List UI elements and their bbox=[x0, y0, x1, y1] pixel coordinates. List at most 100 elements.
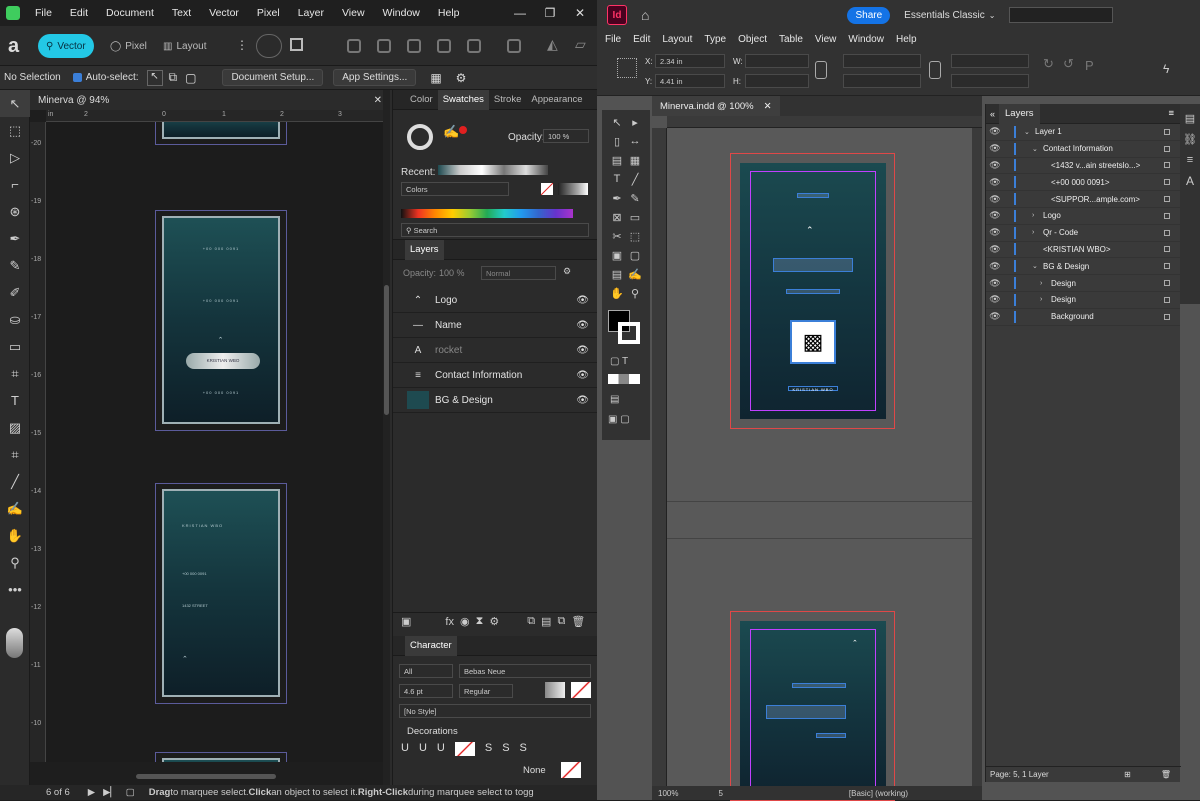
vector-brush-icon[interactable]: ✐ bbox=[0, 279, 30, 306]
constrain-link-icon[interactable] bbox=[815, 61, 827, 79]
qr-code-frame[interactable]: ▩ bbox=[790, 320, 836, 364]
menu-view[interactable]: View bbox=[809, 34, 843, 45]
chevron-right-icon[interactable]: › bbox=[1032, 212, 1041, 219]
persona-layout[interactable]: ▥ Layout bbox=[155, 34, 214, 58]
menu-layer[interactable]: Layer bbox=[289, 0, 333, 26]
workspace-select[interactable]: Essentials Classic bbox=[904, 10, 985, 21]
panel-collapse-icon[interactable]: « bbox=[990, 109, 995, 119]
select-square[interactable] bbox=[1164, 145, 1170, 152]
select-square[interactable] bbox=[1164, 313, 1170, 320]
trash-icon[interactable]: 🗑 bbox=[571, 615, 585, 628]
fx-icon[interactable]: fx bbox=[445, 616, 454, 628]
fill-tool-icon[interactable]: ⛀ bbox=[0, 306, 30, 333]
note-tool-icon[interactable]: ▤ bbox=[608, 268, 626, 287]
layer-settings-icon[interactable]: ⚙ bbox=[563, 266, 571, 277]
visibility-eye-icon[interactable]: 👁 bbox=[576, 295, 589, 306]
scroll-thumb[interactable] bbox=[384, 285, 389, 415]
frame-name[interactable]: KRISTIAN WBO bbox=[788, 386, 838, 392]
vector-crop-icon[interactable]: ⌗ bbox=[0, 441, 30, 468]
logo-frame-icon[interactable]: ⌃ bbox=[852, 639, 858, 647]
app-settings-button[interactable]: App Settings... bbox=[333, 69, 417, 86]
menu-pixel[interactable]: Pixel bbox=[248, 0, 289, 26]
chevron-down-icon[interactable]: ⌄ bbox=[1032, 262, 1041, 270]
scale-x-field[interactable] bbox=[843, 54, 921, 68]
visibility-eye-icon[interactable]: 👁 bbox=[986, 294, 1004, 305]
gap-tool-icon[interactable]: ↔ bbox=[626, 135, 644, 154]
select-square[interactable] bbox=[1164, 179, 1170, 186]
affinity-doc-tab[interactable]: Minerva @ 94% ✕ bbox=[30, 90, 390, 110]
boolean-xor-icon[interactable] bbox=[437, 39, 451, 53]
new-layer-icon[interactable]: ⊞ bbox=[1124, 770, 1131, 779]
indesign-pasteboard[interactable]: ⌃ ▩ KRISTIAN WBO ⌃ bbox=[667, 128, 972, 801]
chevron-right-icon[interactable]: › bbox=[1032, 229, 1041, 236]
menu-window[interactable]: Window bbox=[842, 34, 890, 45]
boolean-subtract-icon[interactable] bbox=[377, 39, 391, 53]
page-nav-icon[interactable]: ▶▏ bbox=[103, 787, 118, 798]
layer-row[interactable]: 👁 › Design bbox=[986, 275, 1180, 292]
hand-tool-icon[interactable]: ✋ bbox=[0, 522, 30, 549]
persona-pixel[interactable]: ◯ Pixel bbox=[102, 34, 155, 58]
search-input[interactable] bbox=[1009, 7, 1114, 23]
char-scope-select[interactable]: All bbox=[399, 664, 453, 678]
selection-tool-icon[interactable]: ↖ bbox=[608, 116, 626, 135]
select-square[interactable] bbox=[1164, 162, 1170, 169]
menu-edit[interactable]: Edit bbox=[627, 34, 656, 45]
snapping-icon[interactable]: ▦ bbox=[430, 71, 441, 85]
tab-stroke[interactable]: Stroke bbox=[489, 90, 526, 110]
palette-select[interactable]: Colors bbox=[401, 182, 509, 196]
delete-layer-icon[interactable]: 🗑 bbox=[1161, 770, 1171, 779]
apply-color-icon[interactable] bbox=[608, 374, 640, 384]
select-square[interactable] bbox=[1164, 263, 1170, 270]
frame-phone[interactable] bbox=[792, 683, 846, 688]
font-weight-select[interactable]: Regular bbox=[459, 684, 513, 698]
page-thumb-icon[interactable]: ▢ bbox=[126, 787, 135, 798]
layer-row[interactable]: 👁 <KRISTIAN WBO> bbox=[986, 242, 1180, 259]
layer-row[interactable]: ≡ Contact Information 👁 bbox=[393, 363, 597, 388]
lightning-icon[interactable]: ϟ bbox=[1163, 62, 1169, 76]
artboard-card-front[interactable]: KRISTIAN WBO +00 000 0091 1432 STREET ⌃ bbox=[155, 483, 287, 704]
text-frame-button[interactable] bbox=[256, 34, 282, 58]
text-stroke-swatch[interactable] bbox=[571, 682, 591, 698]
layer-row[interactable]: 👁 <+00 000 0091> bbox=[986, 174, 1180, 192]
visibility-eye-icon[interactable]: 👁 bbox=[986, 194, 1004, 205]
visibility-eye-icon[interactable]: 👁 bbox=[986, 143, 1004, 154]
select-square[interactable] bbox=[1164, 196, 1170, 203]
page-nav-icon[interactable]: ▶ bbox=[88, 787, 95, 798]
layer-row[interactable]: 👁 <1432 v...ain streetslo...> bbox=[986, 158, 1180, 175]
reference-point-icon[interactable] bbox=[617, 58, 637, 78]
text-fill-swatch[interactable] bbox=[545, 682, 565, 698]
layer-row[interactable]: 👁 ⌄ Contact Information bbox=[986, 141, 1180, 158]
boolean-add-icon[interactable] bbox=[347, 39, 361, 53]
double-underline-icon[interactable]: U bbox=[419, 742, 427, 756]
visibility-eye-icon[interactable]: 👁 bbox=[576, 320, 589, 331]
artboard-top[interactable] bbox=[155, 122, 287, 145]
persona-vector[interactable]: ⚲ Vector bbox=[38, 34, 94, 58]
decoration-none-swatch[interactable] bbox=[561, 762, 581, 778]
menu-text[interactable]: Text bbox=[163, 0, 200, 26]
x-field[interactable]: 2.34 in bbox=[655, 54, 725, 68]
zoom-level[interactable]: 100% bbox=[658, 789, 678, 798]
transform-icon[interactable]: ▱ bbox=[575, 36, 586, 53]
tab-color[interactable]: Color bbox=[405, 90, 438, 110]
rotate-ccw-icon[interactable]: ↺ bbox=[1063, 56, 1074, 72]
character-panel-icon[interactable]: A bbox=[1180, 174, 1200, 188]
visibility-eye-icon[interactable]: 👁 bbox=[986, 244, 1004, 255]
select-square[interactable] bbox=[1164, 280, 1170, 287]
visibility-eye-icon[interactable]: 👁 bbox=[986, 261, 1004, 272]
text-style-select[interactable]: [No Style] bbox=[399, 704, 591, 718]
chevron-right-icon[interactable]: › bbox=[1040, 280, 1049, 287]
select-square[interactable] bbox=[1164, 229, 1170, 236]
tab-layers[interactable]: Layers bbox=[405, 239, 444, 260]
w-field[interactable] bbox=[745, 54, 809, 68]
visibility-eye-icon[interactable]: 👁 bbox=[986, 311, 1004, 322]
pencil-tool-icon[interactable]: ✎ bbox=[0, 252, 30, 279]
chevron-down-icon[interactable]: ⌄ bbox=[1024, 128, 1033, 136]
screen-mode-icon[interactable]: ▤ bbox=[610, 394, 619, 405]
close-tab-icon[interactable]: ✕ bbox=[374, 95, 382, 106]
add-layer-icon[interactable]: ▣ bbox=[401, 615, 411, 628]
scale-link-icon[interactable] bbox=[929, 61, 941, 79]
group-icon[interactable]: ⧉ bbox=[527, 615, 535, 628]
menu-edit[interactable]: Edit bbox=[61, 0, 97, 26]
pen-tool-icon[interactable]: ✒ bbox=[608, 192, 626, 211]
move-tool-icon[interactable]: ↖ bbox=[0, 90, 30, 117]
